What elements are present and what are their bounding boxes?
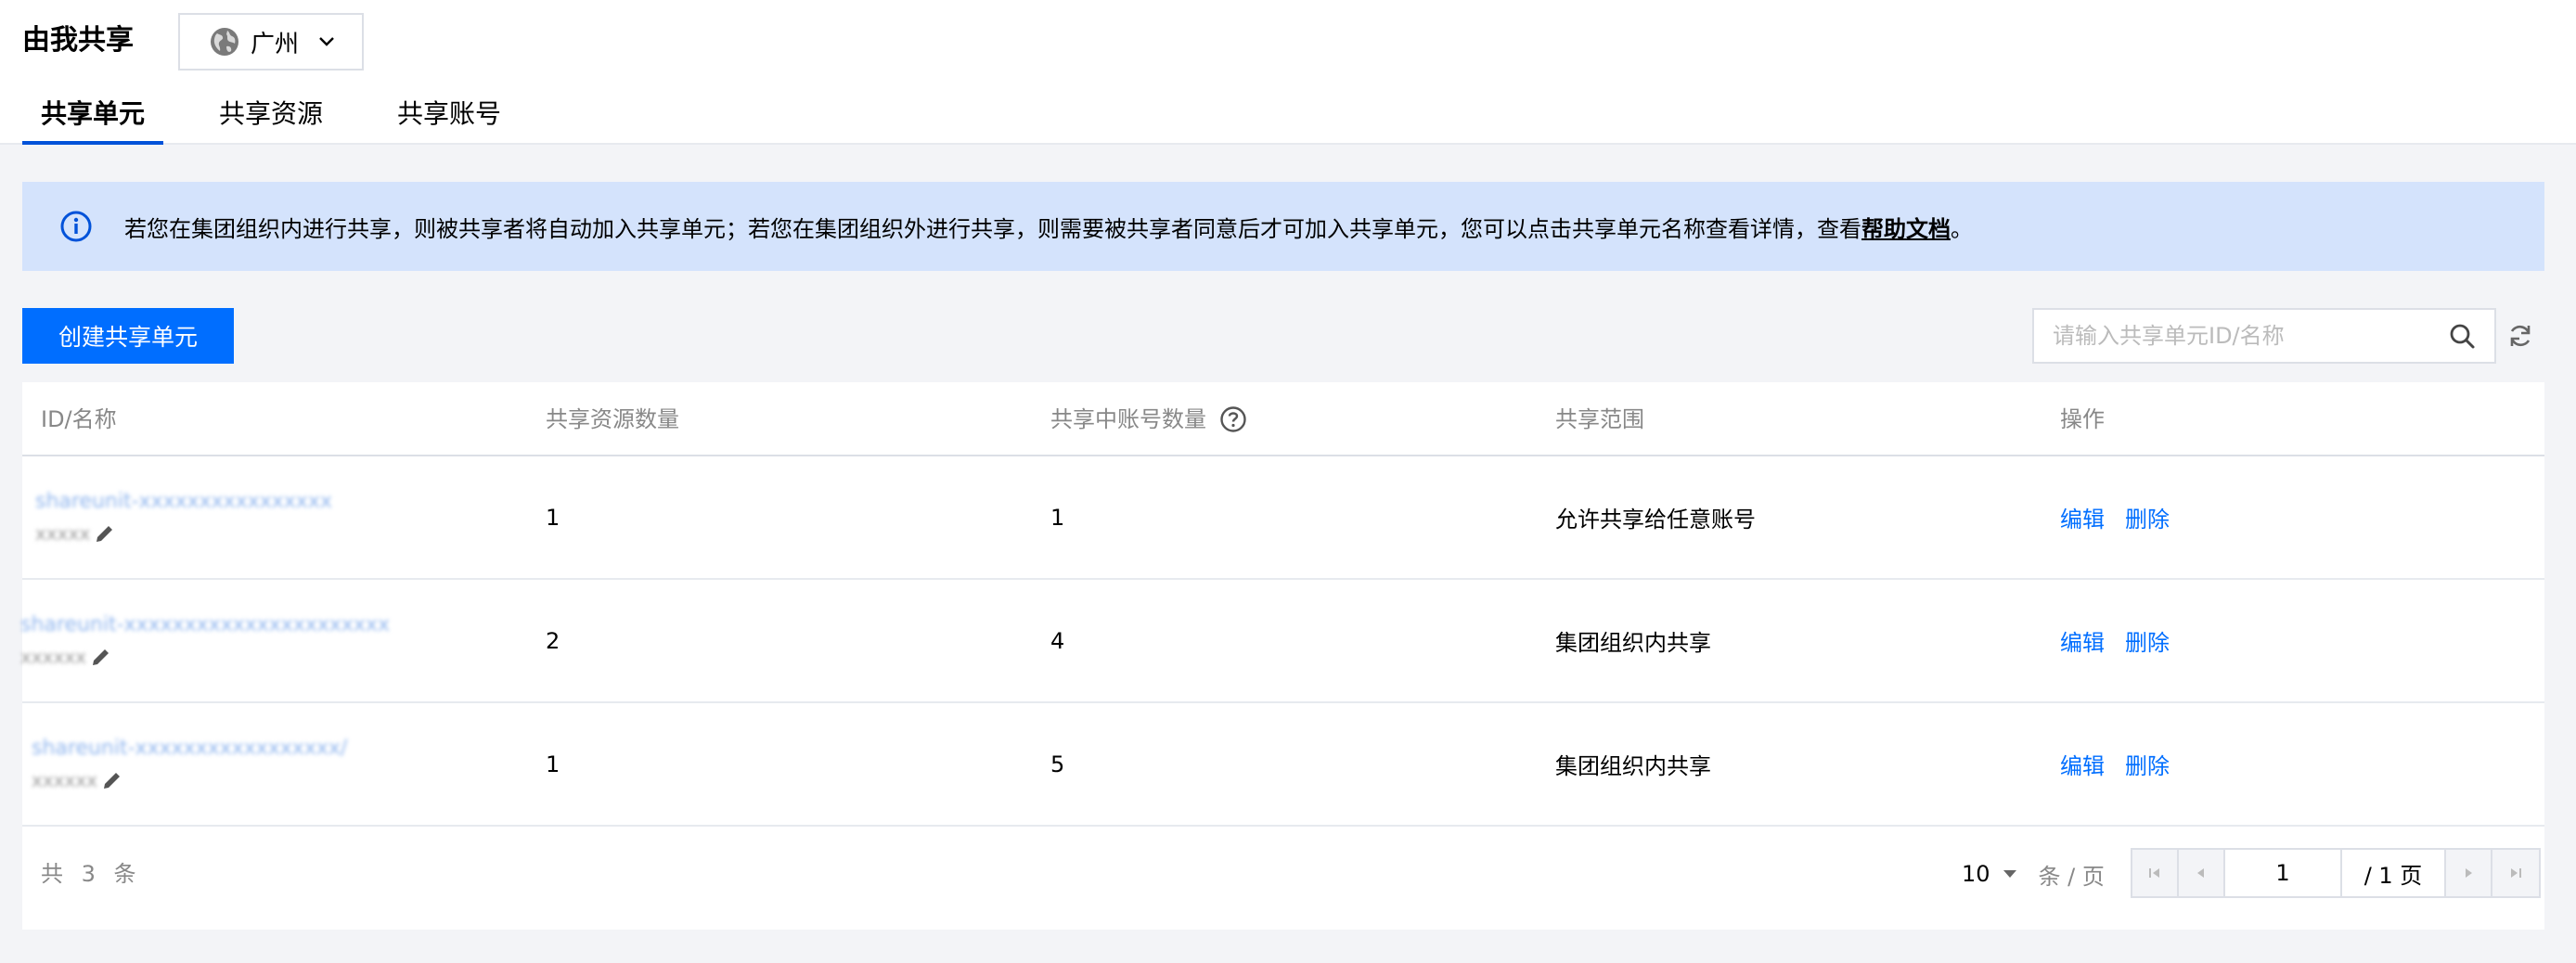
caret-down-icon[interactable] <box>2002 866 2018 882</box>
column-header-id-name: ID/名称 <box>41 406 117 432</box>
info-notice: 若您在集团组织内进行共享，则被共享者将自动加入共享单元；若您在集团组织外进行共享… <box>22 182 2544 271</box>
next-page-button[interactable] <box>2446 850 2492 896</box>
prev-page-button[interactable] <box>2179 850 2225 896</box>
share-unit-id-link[interactable]: shareunit-xxxxxxxxxxxxxxxxxxxxxx <box>20 613 390 636</box>
next-page-icon <box>2466 868 2472 878</box>
page-title: 由我共享 <box>22 24 134 57</box>
notice-body: 若您在集团组织内进行共享，则被共享者将自动加入共享单元；若您在集团组织外进行共享… <box>124 215 1861 242</box>
column-header-scope: 共享范围 <box>1555 406 1644 432</box>
search-box <box>2032 308 2496 364</box>
info-icon <box>60 211 92 242</box>
help-icon[interactable] <box>1219 405 1247 433</box>
account-count: 5 <box>1050 751 1065 777</box>
share-unit-id-link[interactable]: shareunit-xxxxxxxxxxxxxxxx <box>35 490 332 513</box>
tab-bar: 共享单元 共享资源 共享账号 <box>22 93 557 145</box>
refresh-icon[interactable] <box>2505 321 2535 351</box>
delete-link[interactable]: 删除 <box>2125 748 2170 780</box>
tab-share-units[interactable]: 共享单元 <box>22 93 164 145</box>
share-unit-name: xxxxxx <box>20 646 112 668</box>
resource-count: 1 <box>546 504 560 531</box>
page-number-input[interactable] <box>2225 850 2342 896</box>
column-header-account-count: 共享中账号数量 <box>1050 382 1247 456</box>
account-count: 1 <box>1050 504 1065 531</box>
share-unit-id-link[interactable]: shareunit-xxxxxxxxxxxxxxxxx/ <box>32 737 347 760</box>
edit-pencil-icon[interactable] <box>90 646 112 668</box>
table-row: shareunit-xxxxxxxxxxxxxxxxx/ xxxxxx 1 5 … <box>22 703 2544 827</box>
share-unit-name-text: xxxxx <box>35 522 91 545</box>
last-page-button[interactable] <box>2492 850 2539 896</box>
share-scope: 集团组织内共享 <box>1555 630 1711 656</box>
table-row: shareunit-xxxxxxxxxxxxxxxxxxxxxx xxxxxx … <box>20 580 2544 703</box>
pagination: / 1 页 <box>2131 848 2541 898</box>
column-header-account-count-label: 共享中账号数量 <box>1050 406 1206 432</box>
id-name-cell: shareunit-xxxxxxxxxxxxxxxxxxxxxx xxxxxx <box>20 580 390 701</box>
row-actions: 编辑 删除 <box>2060 703 2190 825</box>
id-name-cell: shareunit-xxxxxxxxxxxxxxxxx/ xxxxxx <box>32 703 347 825</box>
table-header: ID/名称 共享资源数量 共享中账号数量 共享范围 操作 <box>22 382 2544 456</box>
total-pages: / 1 页 <box>2342 850 2446 896</box>
first-page-icon <box>2149 868 2159 878</box>
search-input[interactable] <box>2053 323 2448 349</box>
edit-pencil-icon[interactable] <box>94 522 116 545</box>
edit-pencil-icon[interactable] <box>101 769 123 791</box>
row-actions: 编辑 删除 <box>2060 580 2190 701</box>
page-size-unit: 条 / 页 <box>2038 863 2105 890</box>
table-footer: 共 3 条 10 条 / 页 / 1 页 <box>22 828 2544 928</box>
prev-page-icon <box>2197 868 2204 878</box>
edit-link[interactable]: 编辑 <box>2060 624 2105 657</box>
share-unit-name: xxxxx <box>35 522 116 545</box>
column-header-actions: 操作 <box>2060 406 2105 432</box>
region-label: 广州 <box>251 30 300 58</box>
chevron-down-icon <box>319 37 334 46</box>
share-unit-name: xxxxxx <box>32 769 123 791</box>
share-scope: 集团组织内共享 <box>1555 753 1711 779</box>
account-count: 4 <box>1050 627 1065 654</box>
globe-icon <box>211 28 238 56</box>
share-units-table: ID/名称 共享资源数量 共享中账号数量 共享范围 操作 shareunit-x… <box>20 382 2544 930</box>
share-unit-name-text: xxxxxx <box>32 769 98 791</box>
page-size-value[interactable]: 10 <box>1962 861 1990 887</box>
edit-link[interactable]: 编辑 <box>2060 748 2105 780</box>
notice-text: 若您在集团组织内进行共享，则被共享者将自动加入共享单元；若您在集团组织外进行共享… <box>124 211 1973 243</box>
create-share-unit-button[interactable]: 创建共享单元 <box>22 308 234 364</box>
share-unit-name-text: xxxxxx <box>20 646 87 668</box>
id-name-cell: shareunit-xxxxxxxxxxxxxxxx xxxxx <box>35 456 332 578</box>
region-select[interactable]: 广州 <box>178 13 364 71</box>
notice-suffix: 。 <box>1951 215 1973 242</box>
first-page-button[interactable] <box>2132 850 2179 896</box>
help-doc-link[interactable]: 帮助文档 <box>1861 216 1951 242</box>
page-size-select: 10 条 / 页 <box>1962 828 2105 920</box>
table-row: shareunit-xxxxxxxxxxxxxxxx xxxxx 1 1 允许共… <box>22 456 2544 580</box>
resource-count: 1 <box>546 751 560 777</box>
resource-count: 2 <box>546 627 560 654</box>
page-header: 由我共享 广州 共享单元 共享资源 共享账号 <box>0 0 2576 145</box>
total-count: 共 3 条 <box>41 861 142 887</box>
last-page-icon <box>2511 868 2521 878</box>
row-actions: 编辑 删除 <box>2060 456 2190 578</box>
delete-link[interactable]: 删除 <box>2125 501 2170 533</box>
tab-share-accounts[interactable]: 共享账号 <box>379 93 520 145</box>
delete-link[interactable]: 删除 <box>2125 624 2170 657</box>
tab-share-resources[interactable]: 共享资源 <box>200 93 341 145</box>
share-scope: 允许共享给任意账号 <box>1555 507 1756 533</box>
edit-link[interactable]: 编辑 <box>2060 501 2105 533</box>
search-icon[interactable] <box>2448 322 2476 350</box>
column-header-resource-count: 共享资源数量 <box>546 406 679 432</box>
